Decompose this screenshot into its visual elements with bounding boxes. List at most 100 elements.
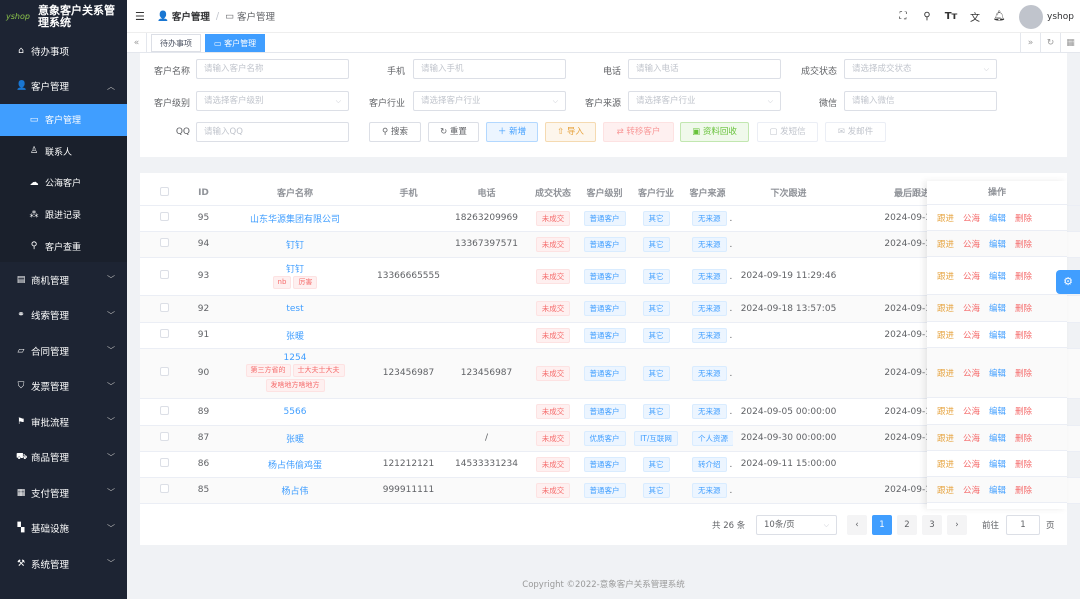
sidebar-item-0[interactable]: ⌂ 待办事项 bbox=[0, 33, 127, 69]
refresh-icon[interactable]: ↻ bbox=[1040, 33, 1060, 53]
delete-link[interactable]: 删除 bbox=[1015, 238, 1032, 250]
edit-link[interactable]: 编辑 bbox=[989, 302, 1006, 314]
prev-page-icon[interactable]: ‹ bbox=[847, 515, 867, 535]
delete-link[interactable]: 删除 bbox=[1015, 212, 1032, 224]
industry-select[interactable]: 请选择客户行业 ⌵ bbox=[413, 91, 566, 111]
follow-up-link[interactable]: 跟进 bbox=[937, 329, 954, 341]
row-checkbox[interactable] bbox=[140, 257, 188, 296]
tel-input[interactable]: 请输入电话 bbox=[628, 59, 781, 79]
page-number[interactable]: 3 bbox=[922, 515, 942, 535]
grid-menu-icon[interactable]: ▦ bbox=[1060, 33, 1080, 53]
row-checkbox[interactable] bbox=[140, 295, 188, 323]
font-size-icon[interactable]: Tт bbox=[939, 11, 963, 22]
add-button[interactable]: ＋ 新增 bbox=[486, 122, 538, 142]
sidebar-item-9[interactable]: ▚ 基础设施 ﹀ bbox=[0, 510, 127, 546]
sidebar-subitem-0[interactable]: ▭ 客户管理 bbox=[0, 104, 127, 136]
follow-up-link[interactable]: 跟进 bbox=[937, 405, 954, 417]
sidebar-subitem-1[interactable]: ♙ 联系人 bbox=[0, 135, 127, 168]
edit-link[interactable]: 编辑 bbox=[989, 432, 1006, 444]
follow-up-link[interactable]: 跟进 bbox=[937, 484, 954, 496]
customer-name-link[interactable]: 杨占伟偷鸡蛋 bbox=[219, 458, 371, 471]
delete-link[interactable]: 删除 bbox=[1015, 329, 1032, 341]
edit-link[interactable]: 编辑 bbox=[989, 238, 1006, 250]
public-pool-link[interactable]: 公海 bbox=[963, 367, 980, 379]
page-number[interactable]: 1 bbox=[872, 515, 892, 535]
edit-link[interactable]: 编辑 bbox=[989, 484, 1006, 496]
scroll-right-icon[interactable]: » bbox=[1020, 33, 1040, 53]
hamburger-icon[interactable]: ☰ bbox=[135, 10, 149, 23]
brand[interactable]: yshop 意象客户关系管理系统 bbox=[0, 0, 127, 33]
delete-link[interactable]: 删除 bbox=[1015, 484, 1032, 496]
settings-gear-icon[interactable]: ⚙ bbox=[1056, 270, 1080, 294]
row-checkbox[interactable] bbox=[140, 348, 188, 399]
sidebar-item-1[interactable]: 👤 客户管理 ︿ bbox=[0, 69, 127, 105]
level-select[interactable]: 请选择客户级别 ⌵ bbox=[196, 91, 349, 111]
sidebar-item-6[interactable]: ⚑ 审批流程 ﹀ bbox=[0, 404, 127, 440]
sidebar-subitem-3[interactable]: ⁂ 跟进记录 bbox=[0, 198, 127, 231]
sidebar-item-2[interactable]: ▤ 商机管理 ﹀ bbox=[0, 262, 127, 298]
search-button[interactable]: ⚲ 搜索 bbox=[369, 122, 421, 142]
follow-up-link[interactable]: 跟进 bbox=[937, 238, 954, 250]
customer-name-input[interactable]: 请输入客户名称 bbox=[196, 59, 349, 79]
next-page-icon[interactable]: › bbox=[947, 515, 967, 535]
bell-icon[interactable]: 🔔︎ bbox=[987, 11, 1011, 22]
delete-link[interactable]: 删除 bbox=[1015, 405, 1032, 417]
row-checkbox[interactable] bbox=[140, 451, 188, 478]
row-checkbox[interactable] bbox=[140, 231, 188, 258]
row-checkbox[interactable] bbox=[140, 398, 188, 426]
delete-link[interactable]: 删除 bbox=[1015, 458, 1032, 470]
row-checkbox[interactable] bbox=[140, 477, 188, 504]
public-pool-link[interactable]: 公海 bbox=[963, 458, 980, 470]
customer-name-link[interactable]: 钉钉 bbox=[219, 238, 371, 251]
deal-select[interactable]: 请选择成交状态 ⌵ bbox=[844, 59, 997, 79]
sidebar-subitem-2[interactable]: ☁ 公海客户 bbox=[0, 167, 127, 199]
recycle-button[interactable]: ▣ 资料回收 bbox=[680, 122, 749, 142]
sidebar-item-3[interactable]: ⚭ 线索管理 ﹀ bbox=[0, 297, 127, 333]
scroll-left-icon[interactable]: « bbox=[127, 32, 147, 53]
mail-button[interactable]: ✉ 发邮件 bbox=[825, 122, 886, 142]
delete-link[interactable]: 删除 bbox=[1015, 270, 1032, 282]
transfer-button[interactable]: ⇄ 转移客户 bbox=[603, 122, 674, 142]
mobile-input[interactable]: 请输入手机 bbox=[413, 59, 566, 79]
customer-name-link[interactable]: 山东华源集团有限公司 bbox=[219, 212, 371, 225]
page-size-select[interactable]: 10条/页 ⌵ bbox=[756, 515, 837, 535]
customer-name-link[interactable]: 5566 bbox=[219, 407, 371, 417]
public-pool-link[interactable]: 公海 bbox=[963, 302, 980, 314]
follow-up-link[interactable]: 跟进 bbox=[937, 458, 954, 470]
customer-name-link[interactable]: 张暖 bbox=[219, 432, 371, 445]
reset-button[interactable]: ↻ 重置 bbox=[428, 122, 479, 142]
qq-input[interactable]: 请输入QQ bbox=[196, 122, 349, 142]
delete-link[interactable]: 删除 bbox=[1015, 302, 1032, 314]
tab-customer[interactable]: ▭ 客户管理 bbox=[205, 33, 266, 52]
follow-up-link[interactable]: 跟进 bbox=[937, 212, 954, 224]
delete-link[interactable]: 删除 bbox=[1015, 432, 1032, 444]
translate-icon[interactable]: 文 bbox=[963, 9, 987, 24]
public-pool-link[interactable]: 公海 bbox=[963, 432, 980, 444]
edit-link[interactable]: 编辑 bbox=[989, 329, 1006, 341]
row-checkbox[interactable] bbox=[140, 205, 188, 232]
public-pool-link[interactable]: 公海 bbox=[963, 270, 980, 282]
delete-link[interactable]: 删除 bbox=[1015, 367, 1032, 379]
row-checkbox[interactable] bbox=[140, 322, 188, 349]
edit-link[interactable]: 编辑 bbox=[989, 212, 1006, 224]
public-pool-link[interactable]: 公海 bbox=[963, 329, 980, 341]
username[interactable]: yshop bbox=[1047, 12, 1074, 22]
follow-up-link[interactable]: 跟进 bbox=[937, 432, 954, 444]
public-pool-link[interactable]: 公海 bbox=[963, 405, 980, 417]
goto-page-input[interactable]: 1 bbox=[1006, 515, 1040, 535]
wechat-input[interactable]: 请输入微信 bbox=[844, 91, 997, 111]
public-pool-link[interactable]: 公海 bbox=[963, 484, 980, 496]
sidebar-item-5[interactable]: ⛉ 发票管理 ﹀ bbox=[0, 368, 127, 404]
avatar[interactable] bbox=[1019, 4, 1044, 29]
edit-link[interactable]: 编辑 bbox=[989, 458, 1006, 470]
public-pool-link[interactable]: 公海 bbox=[963, 238, 980, 250]
follow-up-link[interactable]: 跟进 bbox=[937, 367, 954, 379]
sidebar-item-4[interactable]: ▱ 合同管理 ﹀ bbox=[0, 333, 127, 369]
fullscreen-icon[interactable]: ⛶ bbox=[891, 11, 915, 22]
sidebar-item-8[interactable]: ▦ 支付管理 ﹀ bbox=[0, 475, 127, 511]
customer-name-link[interactable]: 杨占伟 bbox=[219, 484, 371, 497]
breadcrumb-root[interactable]: 客户管理 bbox=[172, 9, 210, 23]
follow-up-link[interactable]: 跟进 bbox=[937, 302, 954, 314]
sidebar-item-7[interactable]: ⛟ 商品管理 ﹀ bbox=[0, 439, 127, 475]
edit-link[interactable]: 编辑 bbox=[989, 405, 1006, 417]
